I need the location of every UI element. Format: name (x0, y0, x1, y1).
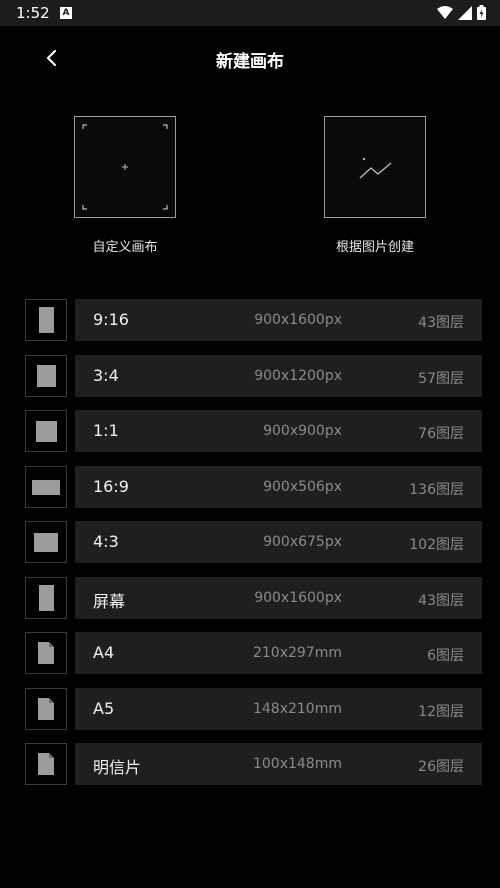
preset-bar: 9:16 900x1600px 43图层 (75, 299, 482, 341)
preset-layers: 43图层 (418, 593, 464, 609)
preset-size: 900x1600px (254, 312, 342, 328)
preset-bar: 4:3 900x675px 102图层 (75, 521, 482, 563)
preset-row-3-4[interactable]: 3:4 900x1200px 57图层 (25, 355, 483, 397)
preset-thumb (25, 410, 67, 452)
preset-layers: 136图层 (409, 482, 464, 498)
status-time: 1:52 (16, 4, 50, 22)
preset-size: 148x210mm (252, 701, 342, 717)
preset-bar: A4 210x297mm 6图层 (75, 632, 482, 674)
preset-bar: 屏幕 900x1600px 43图层 (75, 577, 482, 619)
preset-size: 100x148mm (252, 756, 342, 772)
preset-thumb (25, 743, 67, 785)
preset-layers: 26图层 (418, 759, 464, 775)
page-title: 新建画布 (216, 52, 284, 72)
landscape-shape-icon (34, 533, 58, 552)
preset-row-9-16[interactable]: 9:16 900x1600px 43图层 (25, 299, 483, 341)
preset-name: 3:4 (93, 366, 119, 385)
preset-name: 16:9 (93, 477, 129, 496)
wifi-icon (437, 5, 453, 19)
preset-layers: 43图层 (418, 315, 464, 331)
preset-thumb (25, 577, 67, 619)
preset-thumb (25, 355, 67, 397)
custom-canvas-card[interactable] (74, 116, 176, 218)
notification-icon: A (60, 7, 72, 19)
preset-layers: 102图层 (409, 537, 464, 553)
preset-thumb (25, 299, 67, 341)
preset-name: A4 (93, 643, 115, 662)
preset-layers: 57图层 (418, 371, 464, 387)
preset-row-screen[interactable]: 屏幕 900x1600px 43图层 (25, 577, 483, 619)
preset-size: 210x297mm (252, 645, 342, 661)
preset-row-16-9[interactable]: 16:9 900x506px 136图层 (25, 466, 483, 508)
document-icon (38, 698, 54, 720)
preset-bar: 16:9 900x506px 136图层 (75, 466, 482, 508)
from-image-label: 根据图片创建 (335, 240, 414, 255)
status-bar: 1:52 A (0, 0, 500, 26)
preset-layers: 6图层 (427, 648, 464, 664)
document-icon (38, 753, 54, 775)
preset-layers: 76图层 (418, 426, 464, 442)
landscape-shape-icon (32, 480, 60, 495)
from-image-card[interactable] (324, 116, 426, 218)
preset-size: 900x675px (263, 534, 342, 550)
status-icons (437, 5, 486, 20)
signal-icon (458, 5, 472, 20)
preset-size: 900x1600px (254, 590, 342, 606)
preset-size: 900x506px (263, 479, 342, 495)
preset-bar: 3:4 900x1200px 57图层 (75, 355, 482, 397)
preset-layers: 12图层 (418, 704, 464, 720)
preset-thumb (25, 688, 67, 730)
preset-name: 1:1 (93, 421, 119, 440)
preset-row-postcard[interactable]: 明信片 100x148mm 26图层 (25, 743, 483, 785)
portrait-shape-icon (39, 307, 54, 333)
preset-name: 屏幕 (93, 592, 126, 611)
preset-row-a5[interactable]: A5 148x210mm 12图层 (25, 688, 483, 730)
preset-bar: A5 148x210mm 12图层 (75, 688, 482, 730)
preset-thumb (25, 466, 67, 508)
preset-name: 4:3 (93, 532, 119, 551)
preset-row-4-3[interactable]: 4:3 900x675px 102图层 (25, 521, 483, 563)
custom-canvas-label: 自定义画布 (92, 240, 158, 255)
preset-bar: 明信片 100x148mm 26图层 (75, 743, 482, 785)
preset-row-1-1[interactable]: 1:1 900x900px 76图层 (25, 410, 483, 452)
preset-name: 9:16 (93, 310, 129, 329)
portrait-shape-icon (37, 365, 56, 387)
battery-icon (477, 5, 486, 20)
phone-screen-icon (39, 585, 54, 611)
square-shape-icon (36, 421, 57, 442)
preset-name: 明信片 (93, 758, 142, 777)
preset-thumb (25, 632, 67, 674)
preset-size: 900x1200px (254, 368, 342, 384)
app-header: 新建画布 (0, 26, 500, 92)
preset-name: A5 (93, 699, 115, 718)
preset-bar: 1:1 900x900px 76图层 (75, 410, 482, 452)
document-icon (38, 642, 54, 664)
preset-thumb (25, 521, 67, 563)
preset-row-a4[interactable]: A4 210x297mm 6图层 (25, 632, 483, 674)
image-chart-icon (359, 157, 392, 179)
preset-size: 900x900px (263, 423, 342, 439)
custom-size-icon (82, 124, 168, 210)
